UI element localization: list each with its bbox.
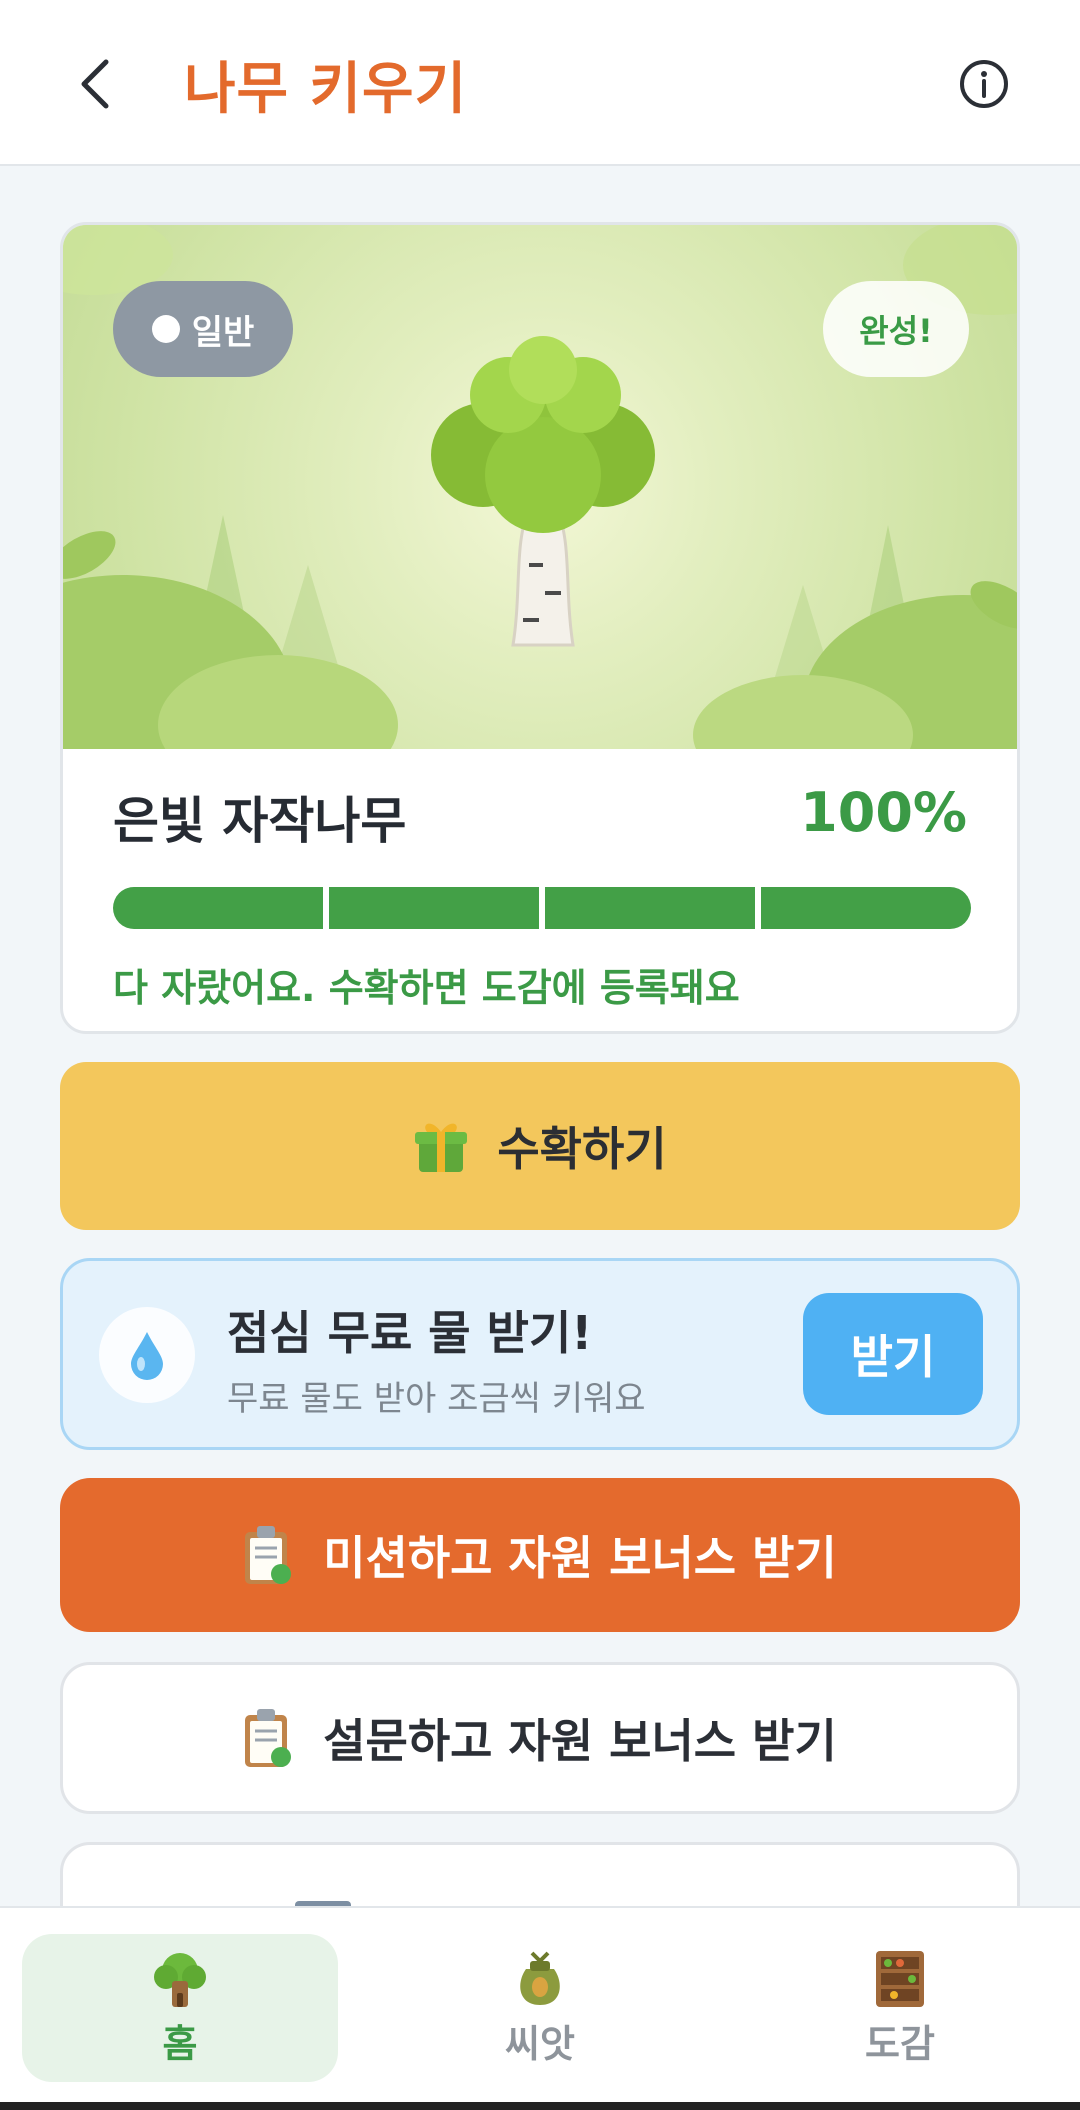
info-button[interactable]	[956, 56, 1012, 112]
harvest-label: 수확하기	[497, 1122, 667, 1176]
progress-segment	[761, 887, 971, 929]
gift-icon	[415, 1123, 468, 1172]
seed-bag-icon	[520, 1951, 560, 2005]
water-title: 점심 무료 물 받기!	[227, 1306, 593, 1360]
tab-collection[interactable]: 도감	[742, 1934, 1058, 2082]
progress-segment	[545, 887, 755, 929]
birch-tree-icon	[431, 336, 655, 647]
growth-progress-bar	[113, 887, 971, 929]
tree-scene: 일반 완성!	[63, 225, 1017, 749]
tab-seeds[interactable]: 씨앗	[382, 1934, 698, 2082]
bookshelf-icon	[876, 1950, 924, 2007]
system-nav-strip	[0, 2102, 1080, 2110]
survey-bonus-button[interactable]: 설문하고 자원 보너스 받기	[60, 1662, 1020, 1814]
info-circle-icon	[960, 60, 1008, 108]
tab-home[interactable]: 홈	[22, 1934, 338, 2082]
chevron-left-icon	[81, 59, 109, 109]
water-subtitle: 무료 물도 받아 조금씩 키워요	[227, 1379, 646, 1419]
growth-message: 다 자랐어요. 수확하면 도감에 등록돼요	[113, 966, 740, 1010]
mission-bonus-button[interactable]: 미션하고 자원 보너스 받기	[60, 1478, 1020, 1632]
water-drop-icon	[131, 1332, 163, 1380]
page-title: 나무 키우기	[184, 57, 468, 122]
tree-name: 은빛 자작나무	[113, 792, 407, 850]
tab-seeds-label: 씨앗	[505, 2021, 575, 2066]
back-button[interactable]	[62, 46, 130, 122]
clipboard-icon	[245, 1526, 292, 1584]
rarity-dot-icon	[151, 315, 180, 343]
tab-home-label: 홈	[162, 2021, 198, 2066]
tab-collection-label: 도감	[865, 2021, 935, 2066]
rarity-label: 일반	[191, 312, 255, 353]
bottom-tab-bar: 홈 씨앗 도감	[0, 1906, 1080, 2102]
receive-water-button[interactable]: 받기	[803, 1293, 983, 1415]
progress-segment	[329, 887, 539, 929]
complete-badge: 완성!	[823, 281, 969, 377]
app-header: 나무 키우기	[0, 0, 1080, 166]
clipboard-icon	[245, 1709, 292, 1767]
rarity-badge: 일반	[113, 281, 293, 377]
free-water-card: 점심 무료 물 받기! 무료 물도 받아 조금씩 키워요 받기	[60, 1258, 1020, 1450]
mission-label: 미션하고 자원 보너스 받기	[323, 1531, 837, 1585]
tree-card: 일반 완성! 은빛 자작나무 100% 다 자랐어요. 수확하면 도감에 등록돼…	[60, 222, 1020, 1034]
tree-house-icon	[154, 1952, 206, 2007]
harvest-button[interactable]: 수확하기	[60, 1062, 1020, 1230]
water-icon-wrap	[99, 1307, 195, 1403]
survey-label: 설문하고 자원 보너스 받기	[323, 1714, 837, 1768]
progress-segment	[113, 887, 323, 929]
growth-percent: 100%	[800, 781, 967, 844]
